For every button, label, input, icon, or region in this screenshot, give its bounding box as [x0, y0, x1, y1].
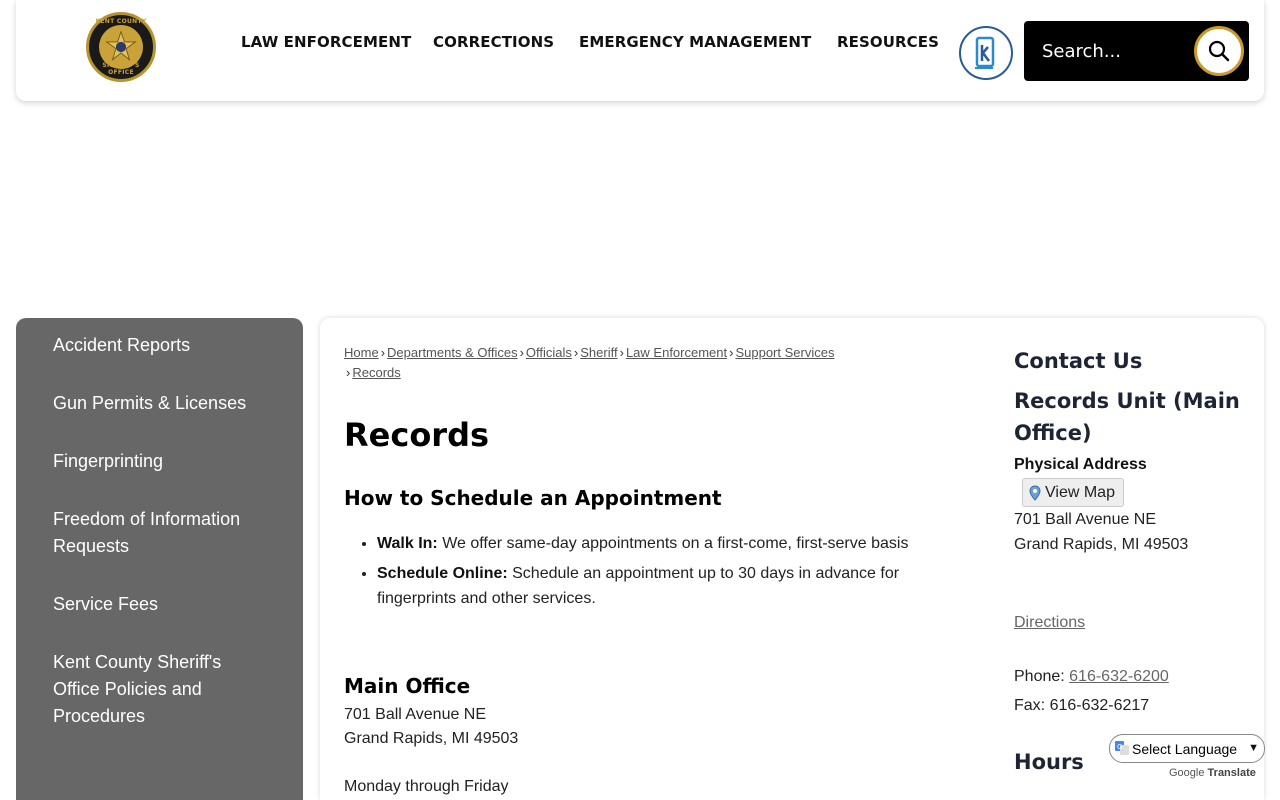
nav-resources[interactable]: RESOURCES	[837, 33, 939, 51]
directions-link[interactable]: Directions	[1014, 610, 1085, 635]
sidebar-item-service-fees[interactable]: Service Fees	[53, 591, 273, 618]
kiosk-k-icon[interactable]	[959, 26, 1013, 80]
list-item: Schedule Online: Schedule an appointment…	[377, 561, 937, 611]
map-pin-icon	[1029, 484, 1041, 501]
main-office-address-1: 701 Ball Avenue NE	[344, 706, 487, 723]
svg-text:G: G	[1117, 743, 1122, 751]
contact-phone: Phone: 616-632-6200	[1014, 668, 1169, 685]
contact-address-2: Grand Rapids, MI 49503	[1014, 536, 1189, 553]
breadcrumb: Home › Departments & Offices › Officials › She…	[344, 345, 835, 380]
language-select[interactable]: Select Language	[1109, 734, 1265, 763]
google-translate-widget: G Select Language ▼ Google Translate	[1109, 734, 1265, 779]
main-content: Home › Departments & Offices › Officials › She…	[320, 318, 1264, 800]
contact-heading: Contact Us	[1014, 349, 1143, 373]
contact-fax: Fax: 616-632-6217	[1014, 697, 1150, 714]
breadcrumb-law-enforcement[interactable]: Law Enforcement	[626, 345, 727, 360]
search-icon	[1208, 40, 1230, 62]
sidebar-item-foia[interactable]: Freedom of Information Requests	[53, 506, 273, 560]
search-box	[1024, 21, 1249, 81]
site-header: KENT COUNTY SHERIFF'S OFFICE LAW ENFORCE…	[16, 0, 1264, 101]
page-title: Records	[344, 416, 490, 454]
main-office-heading: Main Office	[344, 674, 471, 698]
chevron-down-icon: ▼	[1248, 742, 1259, 754]
sidebar-item-policies[interactable]: Kent County Sheriff's Office Policies an…	[53, 649, 243, 730]
nav-emergency-management[interactable]: EMERGENCY MANAGEMENT	[579, 33, 811, 51]
main-nav: LAW ENFORCEMENT CORRECTIONS EMERGENCY MA…	[16, 33, 956, 53]
schedule-heading: How to Schedule an Appointment	[344, 486, 722, 510]
search-input[interactable]	[1042, 37, 1192, 65]
powered-by-google: Google Translate	[1169, 767, 1256, 779]
nav-corrections[interactable]: CORRECTIONS	[433, 33, 554, 51]
sidebar-item-fingerprinting[interactable]: Fingerprinting	[53, 448, 273, 475]
list-item: Walk In: We offer same-day appointments …	[377, 531, 937, 556]
logo-bottom-text: SHERIFF'S OFFICE	[102, 62, 140, 76]
phone-link[interactable]: 616-632-6200	[1069, 668, 1169, 685]
contact-address-1: 701 Ball Avenue NE	[1014, 511, 1157, 528]
breadcrumb-officials[interactable]: Officials	[526, 345, 572, 360]
view-map-button[interactable]: View Map	[1022, 478, 1124, 507]
breadcrumb-sheriff[interactable]: Sheriff	[580, 345, 617, 360]
k-letter-icon	[975, 36, 995, 69]
breadcrumb-departments[interactable]: Departments & Offices	[387, 345, 518, 360]
schedule-list: Walk In: We offer same-day appointments …	[377, 531, 937, 616]
physical-address-label: Physical Address	[1014, 456, 1147, 473]
breadcrumb-records[interactable]: Records	[352, 365, 400, 380]
sidebar-nav: Accident Reports Gun Permits & Licenses …	[16, 318, 303, 800]
view-map-label: View Map	[1045, 483, 1115, 501]
google-translate-icon: G	[1115, 741, 1129, 755]
breadcrumb-home[interactable]: Home	[344, 345, 379, 360]
sidebar-item-gun-permits[interactable]: Gun Permits & Licenses	[53, 390, 273, 417]
search-button[interactable]	[1194, 26, 1244, 76]
sidebar-item-accident-reports[interactable]: Accident Reports	[53, 332, 273, 359]
nav-law-enforcement[interactable]: LAW ENFORCEMENT	[241, 33, 411, 51]
main-office-hours: Monday through Friday	[344, 778, 509, 795]
breadcrumb-support-services[interactable]: Support Services	[735, 345, 834, 360]
records-unit-heading: Records Unit (Main Office)	[1014, 389, 1240, 445]
logo-top-text: KENT COUNTY	[95, 18, 147, 25]
main-office-address-2: Grand Rapids, MI 49503	[344, 730, 519, 747]
